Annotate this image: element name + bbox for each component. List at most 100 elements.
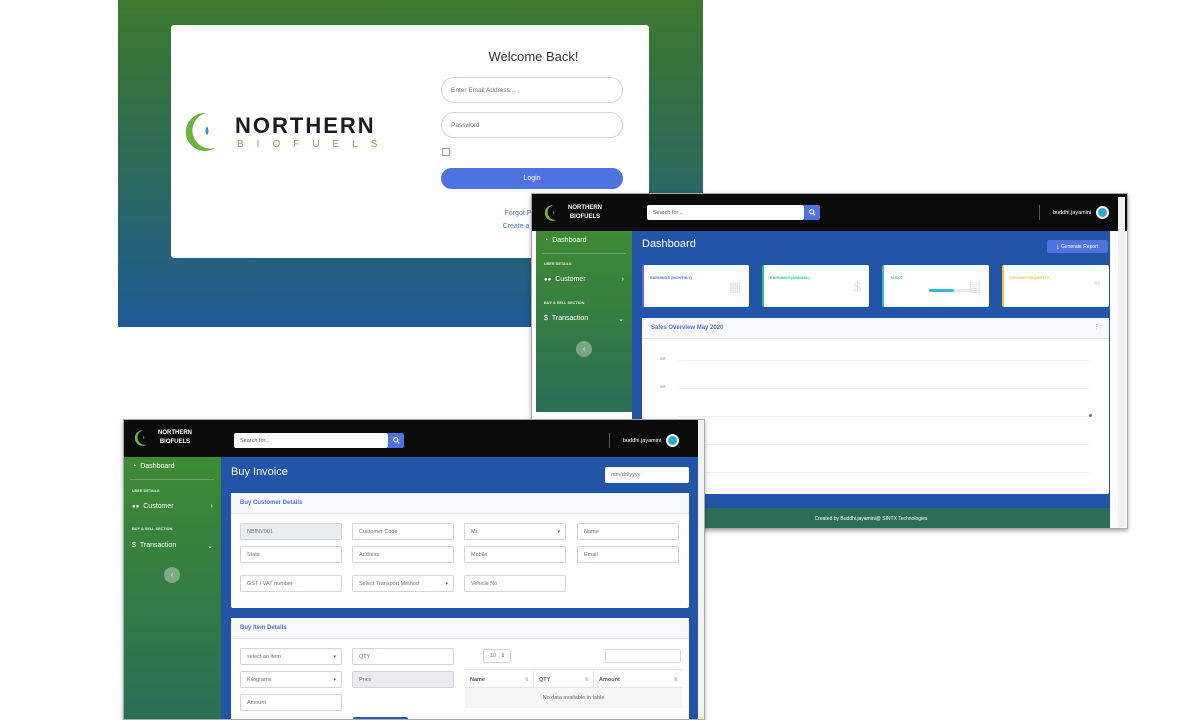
sidebar-item-transaction[interactable]: $ Transaction ⌄ (544, 315, 632, 323)
quantity-field[interactable]: QTY (352, 648, 454, 665)
sidebar-toggle-button[interactable]: ‹ (164, 567, 180, 583)
page-title: Dashboard (642, 238, 696, 250)
chart-data-point (1089, 414, 1092, 417)
navbar-brand[interactable]: NORTHERN BIOFUELS (132, 428, 192, 448)
leaf-logo-icon (544, 205, 559, 221)
amount-field[interactable]: Amount (240, 694, 342, 711)
search-button[interactable] (804, 205, 820, 220)
sidebar-item-transaction[interactable]: $ Transaction ⌄ (132, 542, 221, 550)
download-icon: ⤓ (1056, 243, 1059, 250)
transport-method-select[interactable]: Select Transport Method ▾ (352, 575, 454, 592)
brand-line-2: BIOFUELS (569, 214, 601, 220)
sidebar-item-customer[interactable]: ●● Customer › (544, 276, 632, 283)
calendar-icon: ▦ (728, 279, 741, 294)
salutation-value: Mr. (471, 528, 479, 535)
kpi-card-tasks: TASKS ▤ (882, 265, 989, 307)
buy-invoice-screenshot: NORTHERN BIOFUELS Search for... buddhi.j… (123, 419, 705, 720)
chart-tick-label: INF (660, 385, 666, 389)
card-title: Buy Customer Details (240, 500, 303, 506)
column-header-qty[interactable]: QTY ⇅ (533, 670, 593, 689)
state-field[interactable]: State (240, 546, 342, 563)
transport-method-value: Select Transport Method (359, 580, 419, 587)
chart-gridline (678, 472, 1089, 473)
sidebar-item-dashboard[interactable]: ◔ Dashboard (544, 237, 586, 244)
sidebar-divider (130, 479, 214, 480)
login-button[interactable]: Login (441, 168, 623, 189)
unit-select[interactable]: Kilograms ▾ (240, 671, 342, 688)
navbar-brand[interactable]: NORTHERN BIOFUELS (542, 203, 602, 223)
caret-down-icon: ▾ (333, 653, 336, 660)
sales-card-header: Sales Overview May 2020 ⋮ (642, 318, 1109, 339)
search-button[interactable] (388, 433, 404, 448)
date-input[interactable]: mm/dd/yyyy (605, 467, 689, 483)
leaf-logo-icon (185, 112, 219, 151)
scrollbar[interactable] (1118, 197, 1125, 527)
scrollbar[interactable] (698, 420, 704, 719)
more-options-icon[interactable]: ⋮ (1093, 323, 1100, 331)
password-input[interactable]: Password (441, 112, 623, 138)
sidebar-divider (542, 253, 626, 254)
customer-code-field[interactable]: Customer Code (352, 523, 454, 540)
gst-vat-field[interactable]: GST / VAT number (240, 575, 342, 592)
mobile-field[interactable]: Mobile (464, 546, 566, 563)
address-field[interactable]: Address (352, 546, 454, 563)
kpi-card-earnings-annual: EARNINGS (ANNUAL) $ (762, 265, 869, 307)
clipboard-icon: ▤ (968, 279, 981, 294)
tachometer-icon: ◔ (132, 463, 137, 470)
create-account-link[interactable]: Create a (501, 223, 531, 230)
vehicle-number-field[interactable]: Vehicle No (464, 575, 566, 592)
column-header-amount[interactable]: Amount ⇅ (593, 670, 682, 689)
salutation-select[interactable]: Mr. ▾ (464, 523, 566, 540)
sidebar-item-label: Customer (143, 503, 174, 510)
tasks-progress-bar (929, 289, 974, 292)
user-menu[interactable]: buddhi.jayamini (609, 433, 680, 448)
price-field: Price (352, 671, 454, 688)
name-field[interactable]: Name (577, 523, 679, 540)
item-select[interactable]: select an item ▾ (240, 648, 342, 665)
sidebar-item-dashboard[interactable]: ◔ Dashboard (132, 463, 174, 470)
search-input[interactable]: Search for... (647, 205, 804, 220)
buy-customer-details-card: Buy Customer Details NBINV001 Customer C… (231, 493, 689, 608)
sales-overview-card: Sales Overview May 2020 ⋮ INF INF (642, 318, 1109, 494)
sidebar-toggle-button[interactable]: ‹ (576, 341, 592, 357)
tachometer-icon: ◔ (544, 237, 549, 244)
page-title: Buy Invoice (231, 466, 288, 478)
table-empty-row: No data available in table (465, 688, 682, 708)
brand-line-1: NORTHERN (568, 205, 602, 211)
welcome-title: Welcome Back! (488, 49, 579, 64)
sidebar-heading-user-details: USER DETAILS (544, 262, 572, 266)
card-header: Buy Customer Details (231, 493, 689, 514)
remember-checkbox[interactable] (442, 148, 450, 156)
forgot-password-link[interactable]: Forgot P (503, 210, 533, 217)
sidebar-item-customer[interactable]: ●● Customer › (132, 503, 221, 510)
brand-name-top: NORTHERN (235, 113, 376, 138)
brand-line-1: NORTHERN (158, 430, 192, 436)
sidebar-item-label: Customer (555, 276, 586, 283)
generate-report-button[interactable]: ⤓ Generate Report (1047, 240, 1108, 253)
sidebar-heading-user-details: USER DETAILS (132, 489, 160, 493)
kpi-card-pending-requests: PENDING REQUESTS ❞ (1002, 265, 1109, 307)
search-input[interactable]: Search for... (234, 433, 388, 448)
caret-down-icon: ▾ (445, 580, 448, 587)
comments-icon: ❞ (1094, 279, 1101, 294)
sort-icon: ⇅ (524, 676, 529, 683)
user-menu[interactable]: buddhi.jayamini (1039, 205, 1110, 220)
chevron-down-icon: ⌄ (618, 315, 624, 323)
navbar-divider (1039, 205, 1040, 220)
table-search-input[interactable] (605, 649, 681, 663)
card-title: Buy Item Details (240, 625, 287, 631)
unit-select-value: Kilograms (247, 676, 272, 683)
caret-down-icon: ⇕ (500, 653, 505, 659)
page-length-select[interactable]: 10 ⇕ (483, 649, 511, 663)
generate-report-label: Generate Report (1060, 243, 1099, 250)
top-navbar: NORTHERN BIOFUELS Search for... buddhi.j… (124, 420, 704, 457)
tasks-progress-fill (929, 289, 954, 292)
column-label: QTY (539, 676, 551, 683)
sidebar-item-label: Transaction (139, 542, 177, 549)
email-field[interactable]: Email (577, 546, 679, 563)
email-input[interactable]: Enter Email Address... (441, 77, 623, 103)
sidebar-heading-buy-sell: BUY & SELL SECTION (544, 301, 585, 305)
kpi-label: EARNINGS (ANNUAL) (770, 276, 810, 280)
kpi-card-earnings-monthly: EARNINGS (MONTHLY) ▦ (642, 265, 749, 307)
column-header-name[interactable]: Name ⇅ (465, 670, 533, 689)
